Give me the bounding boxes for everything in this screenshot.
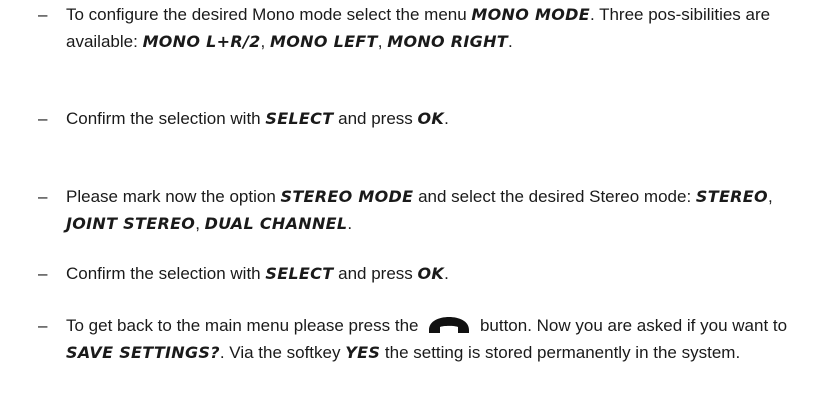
bullet-dash: – xyxy=(38,187,48,206)
text-run: . xyxy=(444,264,449,283)
instruction-text: Confirm the selection with SELECT and pr… xyxy=(66,105,828,132)
instruction-text: Please mark now the option STEREO MODE a… xyxy=(66,183,828,237)
display-label: STEREO xyxy=(695,187,768,206)
text-run: , xyxy=(260,32,270,51)
instruction-page: – To configure the desired Mono mode sel… xyxy=(0,0,833,417)
instruction-text: To configure the desired Mono mode selec… xyxy=(66,1,828,55)
display-label: MONO RIGHT xyxy=(387,32,509,51)
text-run: . xyxy=(347,214,353,233)
instruction-item-stereo-mode: – Please mark now the option STEREO MODE… xyxy=(38,183,828,237)
text-run: . Via the softkey xyxy=(219,343,346,362)
display-label: OK xyxy=(417,109,445,128)
instruction-text: Confirm the selection with SELECT and pr… xyxy=(66,260,828,287)
display-label: SELECT xyxy=(265,109,334,128)
display-label: DUAL CHANNEL xyxy=(204,214,348,233)
display-label: SAVE SETTINGS? xyxy=(66,343,220,362)
display-label: OK xyxy=(417,264,445,283)
display-label: MONO MODE xyxy=(471,5,590,24)
text-run: Confirm the selection with xyxy=(66,264,266,283)
display-label: MONO L+R/2 xyxy=(142,32,261,51)
bullet-dash: – xyxy=(38,316,48,335)
display-label: STEREO MODE xyxy=(280,187,414,206)
text-run: . xyxy=(508,32,513,51)
text-run: Please mark now the option xyxy=(66,187,281,206)
text-run: Confirm the selection with xyxy=(66,109,266,128)
instruction-text: To get back to the main menu please pres… xyxy=(66,312,828,366)
text-run: and press xyxy=(333,109,418,128)
phone-hang-up-icon xyxy=(429,317,470,333)
text-run: To configure the desired Mono mode selec… xyxy=(66,5,472,24)
display-label: SELECT xyxy=(265,264,334,283)
instruction-item-confirm-mono: – Confirm the selection with SELECT and … xyxy=(38,105,828,132)
instruction-item-confirm-stereo: – Confirm the selection with SELECT and … xyxy=(38,260,828,287)
text-run: the setting is stored permanently in the… xyxy=(380,343,741,362)
display-label: YES xyxy=(345,343,381,362)
bullet-dash: – xyxy=(38,264,48,283)
text-run: , xyxy=(195,214,205,233)
instruction-item-save-settings: – To get back to the main menu please pr… xyxy=(38,312,828,366)
text-run: . xyxy=(444,109,449,128)
text-run: and select the desired Stereo mode: xyxy=(413,187,696,206)
text-run: , xyxy=(377,32,388,51)
text-run: To get back to the main menu please pres… xyxy=(66,316,424,335)
bullet-dash: – xyxy=(38,5,48,24)
bullet-dash: – xyxy=(38,109,48,128)
text-run: , xyxy=(767,187,773,206)
text-run: button. Now you are asked if you want to xyxy=(475,316,788,335)
display-label: MONO LEFT xyxy=(270,32,378,51)
display-label: JOINT STEREO xyxy=(66,214,196,233)
instruction-item-mono-mode: – To configure the desired Mono mode sel… xyxy=(38,1,828,55)
text-run: and press xyxy=(333,264,418,283)
